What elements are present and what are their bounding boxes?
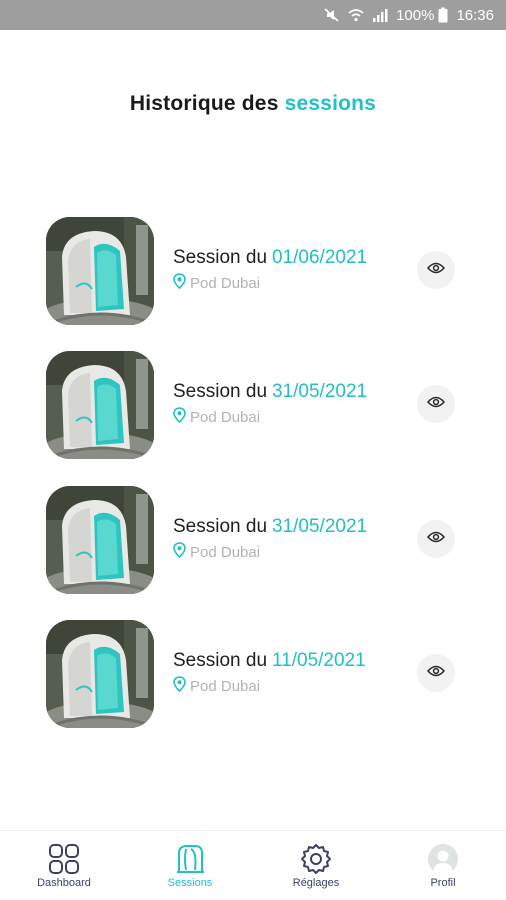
session-date: 01/06/2021 xyxy=(272,247,368,268)
eye-icon xyxy=(426,530,446,548)
clock: 16:36 xyxy=(456,6,494,24)
location-pin-icon xyxy=(173,676,186,697)
signal-icon xyxy=(372,7,388,23)
session-thumbnail xyxy=(46,351,154,459)
wifi-icon xyxy=(348,7,364,23)
session-title: Session du 31/05/2021 xyxy=(173,381,367,403)
nav-label-reglages: Réglages xyxy=(292,877,340,889)
session-item[interactable]: Session du 31/05/2021 Pod Dubai xyxy=(0,486,506,596)
gear-icon xyxy=(300,843,332,875)
session-date: 31/05/2021 xyxy=(272,516,368,537)
session-title: Session du 01/06/2021 xyxy=(173,247,367,269)
grid-icon xyxy=(48,843,80,875)
location-pin-icon xyxy=(173,542,186,563)
battery-icon xyxy=(438,7,448,23)
session-label: Session du xyxy=(173,247,268,268)
location-pin-icon xyxy=(173,407,186,428)
nav-label-profil: Profil xyxy=(430,877,456,889)
session-thumbnail xyxy=(46,217,154,325)
session-location: Pod Dubai xyxy=(190,678,261,695)
session-label: Session du xyxy=(173,516,268,537)
view-session-button[interactable] xyxy=(417,385,455,423)
session-item[interactable]: Session du 01/06/2021 Pod Dubai xyxy=(0,217,506,327)
session-title: Session du 31/05/2021 xyxy=(173,516,367,538)
mute-icon xyxy=(324,7,340,23)
nav-label-dashboard: Dashboard xyxy=(37,877,91,889)
session-date: 11/05/2021 xyxy=(272,650,366,671)
nav-reglages[interactable]: Réglages xyxy=(261,831,371,900)
session-location: Pod Dubai xyxy=(190,409,261,426)
battery-percent: 100% xyxy=(396,6,435,24)
nav-sessions[interactable]: Sessions xyxy=(135,831,245,900)
session-date: 31/05/2021 xyxy=(272,381,368,402)
page-title-accent: sessions xyxy=(284,92,377,115)
status-bar: 100% 16:36 xyxy=(0,0,506,30)
nav-profil[interactable]: Profil xyxy=(388,831,498,900)
eye-icon xyxy=(426,664,446,682)
eye-icon xyxy=(426,261,446,279)
session-title: Session du 11/05/2021 xyxy=(173,650,366,672)
pod-icon xyxy=(174,843,206,875)
location-pin-icon xyxy=(173,273,186,294)
avatar-icon xyxy=(428,844,458,874)
view-session-button[interactable] xyxy=(417,654,455,692)
session-thumbnail xyxy=(46,620,154,728)
page-title-main: Historique des xyxy=(129,92,279,115)
session-item[interactable]: Session du 11/05/2021 Pod Dubai xyxy=(0,620,506,730)
page-title: Historique des sessions xyxy=(0,92,506,116)
nav-dashboard[interactable]: Dashboard xyxy=(9,831,119,900)
session-label: Session du xyxy=(173,381,268,402)
bottom-nav: Dashboard Sessions Réglages Profil xyxy=(0,830,506,900)
session-location: Pod Dubai xyxy=(190,275,261,292)
view-session-button[interactable] xyxy=(417,520,455,558)
session-thumbnail xyxy=(46,486,154,594)
session-label: Session du xyxy=(173,650,268,671)
session-item[interactable]: Session du 31/05/2021 Pod Dubai xyxy=(0,351,506,461)
eye-icon xyxy=(426,395,446,413)
session-location: Pod Dubai xyxy=(190,544,261,561)
nav-label-sessions: Sessions xyxy=(167,877,213,889)
view-session-button[interactable] xyxy=(417,251,455,289)
